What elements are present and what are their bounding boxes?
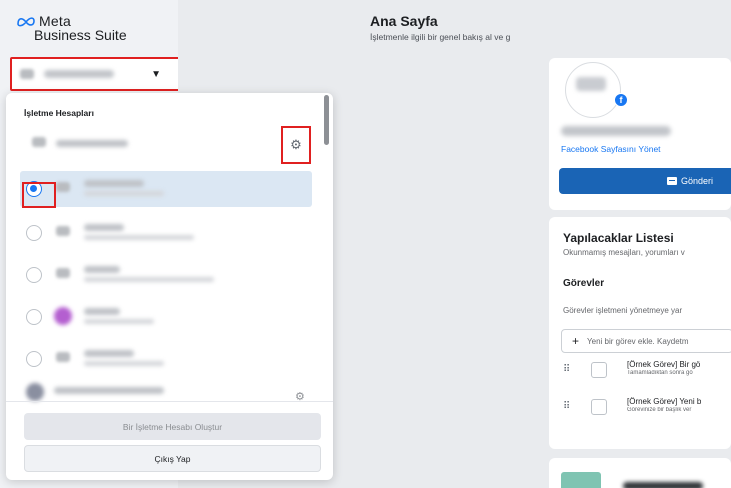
account-avatar bbox=[32, 137, 46, 147]
promo-thumbnail bbox=[561, 472, 601, 488]
page-title: Ana Sayfa bbox=[370, 13, 438, 29]
account-name-blurred bbox=[44, 70, 114, 78]
logo-business-suite-text: Business Suite bbox=[34, 27, 127, 43]
selected-radio-highlight bbox=[22, 182, 56, 208]
page-subtitle: İşletmenle ilgili bir genel bakış al ve … bbox=[370, 32, 511, 42]
account-settings-button[interactable]: ⚙ bbox=[281, 126, 311, 164]
plus-icon: + bbox=[572, 334, 580, 348]
create-business-account-button[interactable]: Bir İşletme Hesabı Oluştur bbox=[24, 413, 321, 440]
todo-title: Yapılacaklar Listesi bbox=[563, 231, 674, 245]
account-avatar bbox=[56, 226, 70, 236]
account-avatar bbox=[56, 268, 70, 278]
account-avatar bbox=[20, 69, 34, 79]
account-avatar bbox=[56, 352, 70, 362]
account-row[interactable] bbox=[20, 341, 312, 377]
task-row[interactable]: ⠿ [Örnek Görev] Yeni b Görevinize bir ba… bbox=[563, 395, 731, 423]
account-meta-blurred bbox=[84, 361, 164, 366]
task-title: [Örnek Görev] Bir gö bbox=[627, 360, 701, 369]
tasks-heading: Görevler bbox=[563, 278, 605, 289]
promo-card bbox=[549, 458, 731, 488]
page-card: f Facebook Sayfasını Yönet Gönderi bbox=[549, 58, 731, 210]
account-avatar bbox=[26, 383, 44, 401]
task-checkbox[interactable] bbox=[591, 362, 607, 378]
dropdown-title: İşletme Hesapları bbox=[24, 108, 94, 118]
todo-card: Yapılacaklar Listesi Okunmamış mesajları… bbox=[549, 217, 731, 449]
dropdown-scrollbar[interactable] bbox=[324, 95, 329, 145]
account-row-parent[interactable] bbox=[20, 126, 312, 162]
account-avatar bbox=[54, 307, 72, 325]
task-checkbox[interactable] bbox=[591, 399, 607, 415]
account-name-blurred bbox=[54, 387, 164, 394]
account-row[interactable] bbox=[20, 215, 312, 251]
dropdown-divider bbox=[6, 401, 333, 402]
account-radio[interactable] bbox=[26, 267, 42, 283]
page-name-blurred bbox=[561, 126, 671, 136]
account-avatar bbox=[56, 182, 70, 192]
account-meta-blurred bbox=[84, 319, 154, 324]
task-note: Görevinize bir başlık ver bbox=[627, 407, 692, 413]
account-radio[interactable] bbox=[26, 351, 42, 367]
account-row[interactable] bbox=[20, 299, 312, 335]
account-name-blurred bbox=[84, 308, 120, 315]
account-row-partial[interactable] bbox=[20, 383, 312, 401]
manage-facebook-page-link[interactable]: Facebook Sayfasını Yönet bbox=[561, 144, 661, 154]
create-post-button[interactable]: Gönderi bbox=[559, 168, 731, 194]
caret-down-icon: ▼ bbox=[151, 68, 161, 80]
account-name-blurred bbox=[56, 140, 128, 147]
tasks-description: Görevler işletmeni yönetmeye yar bbox=[563, 306, 683, 315]
post-icon bbox=[667, 177, 677, 185]
drag-handle-icon[interactable]: ⠿ bbox=[563, 401, 570, 412]
page-avatar-blurred bbox=[576, 77, 606, 91]
task-note: Tamamladıktan sonra gö bbox=[627, 370, 693, 376]
facebook-icon: f bbox=[614, 93, 628, 107]
business-accounts-dropdown: İşletme Hesapları ⚙ ⚙ Bir İşletme Hesabı… bbox=[6, 93, 333, 480]
page-avatar[interactable]: f bbox=[565, 62, 628, 118]
account-row[interactable] bbox=[20, 257, 312, 293]
add-task-placeholder: Yeni bir görev ekle. Kaydetm bbox=[587, 336, 689, 346]
account-name-blurred bbox=[84, 180, 144, 187]
account-radio[interactable] bbox=[26, 225, 42, 241]
task-title: [Örnek Görev] Yeni b bbox=[627, 397, 702, 406]
account-meta-blurred bbox=[84, 235, 194, 240]
account-name-blurred bbox=[84, 350, 134, 357]
add-task-input[interactable]: + Yeni bir görev ekle. Kaydetm bbox=[561, 329, 731, 353]
logout-button[interactable]: Çıkış Yap bbox=[24, 445, 321, 472]
meta-infinity-icon bbox=[17, 17, 35, 27]
gear-icon: ⚙ bbox=[290, 137, 302, 152]
task-row[interactable]: ⠿ [Örnek Görev] Bir gö Tamamladıktan son… bbox=[563, 358, 731, 386]
create-post-label: Gönderi bbox=[681, 176, 714, 186]
promo-title-blurred bbox=[623, 482, 703, 488]
account-row-selected[interactable] bbox=[20, 171, 312, 207]
account-meta-blurred bbox=[84, 191, 164, 196]
account-radio[interactable] bbox=[26, 309, 42, 325]
todo-subtitle: Okunmamış mesajları, yorumları v bbox=[563, 248, 685, 257]
account-meta-blurred bbox=[84, 277, 214, 282]
account-name-blurred bbox=[84, 224, 124, 231]
account-selector[interactable]: ▼ bbox=[10, 57, 183, 91]
drag-handle-icon[interactable]: ⠿ bbox=[563, 364, 570, 375]
account-name-blurred bbox=[84, 266, 120, 273]
meta-business-suite-logo[interactable]: Meta Business Suite bbox=[16, 13, 127, 43]
